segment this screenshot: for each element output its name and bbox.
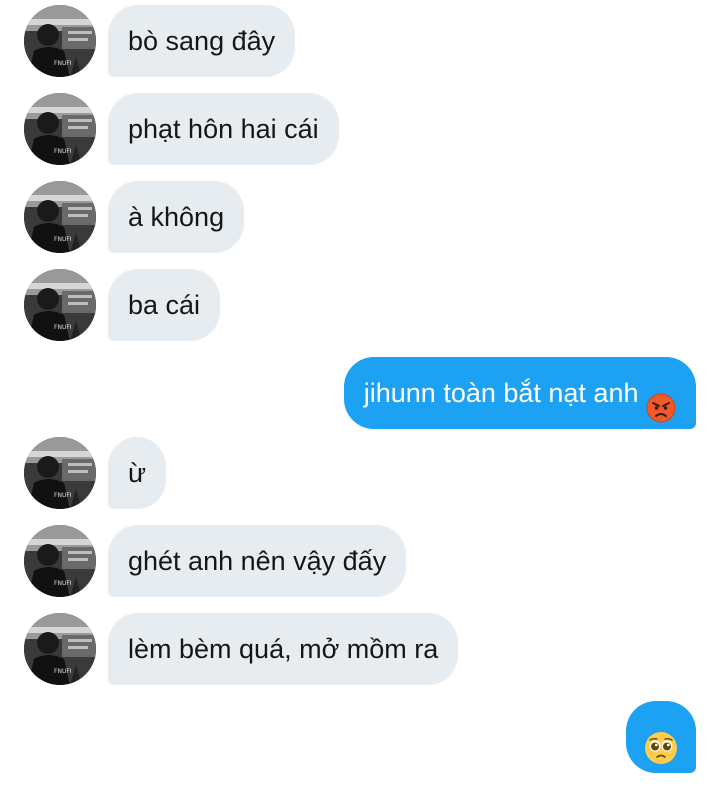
message-text: ba cái bbox=[128, 290, 201, 320]
message-row: phạt hôn hai cái bbox=[0, 93, 720, 165]
message-row: ừ bbox=[0, 437, 720, 509]
avatar[interactable] bbox=[24, 437, 96, 509]
message-text: jihunn toàn bắt nạt anh bbox=[363, 378, 639, 408]
incoming-message-bubble[interactable]: ba cái bbox=[108, 269, 221, 341]
message-row bbox=[0, 701, 720, 773]
pleading-face-emoji-icon bbox=[644, 720, 678, 764]
message-row: ba cái bbox=[0, 269, 720, 341]
incoming-message-bubble[interactable]: phạt hôn hai cái bbox=[108, 93, 339, 165]
message-text: ghét anh nên vậy đấy bbox=[128, 546, 387, 576]
avatar[interactable] bbox=[24, 5, 96, 77]
message-row: jihunn toàn bắt nạt anh bbox=[0, 357, 720, 429]
avatar[interactable] bbox=[24, 93, 96, 165]
message-text: bò sang đây bbox=[128, 26, 276, 56]
incoming-message-bubble[interactable]: ghét anh nên vậy đấy bbox=[108, 525, 407, 597]
avatar[interactable] bbox=[24, 525, 96, 597]
message-text: ừ bbox=[128, 458, 147, 488]
outgoing-message-bubble[interactable] bbox=[626, 701, 696, 773]
avatar[interactable] bbox=[24, 269, 96, 341]
message-text: à không bbox=[128, 202, 225, 232]
incoming-message-bubble[interactable]: lèm bèm quá, mở mồm ra bbox=[108, 613, 459, 685]
message-row: bò sang đây bbox=[0, 5, 720, 77]
incoming-message-bubble[interactable]: bò sang đây bbox=[108, 5, 296, 77]
message-row: ghét anh nên vậy đấy bbox=[0, 525, 720, 597]
message-text: phạt hôn hai cái bbox=[128, 114, 319, 144]
message-text: lèm bèm quá, mở mồm ra bbox=[128, 634, 439, 664]
incoming-message-bubble[interactable]: à không bbox=[108, 181, 245, 253]
angry-face-emoji-icon bbox=[646, 378, 676, 423]
outgoing-message-bubble[interactable]: jihunn toàn bắt nạt anh bbox=[343, 357, 696, 429]
avatar[interactable] bbox=[24, 613, 96, 685]
message-row: lèm bèm quá, mở mồm ra bbox=[0, 613, 720, 685]
incoming-message-bubble[interactable]: ừ bbox=[108, 437, 167, 509]
avatar[interactable] bbox=[24, 181, 96, 253]
message-row: à không bbox=[0, 181, 720, 253]
